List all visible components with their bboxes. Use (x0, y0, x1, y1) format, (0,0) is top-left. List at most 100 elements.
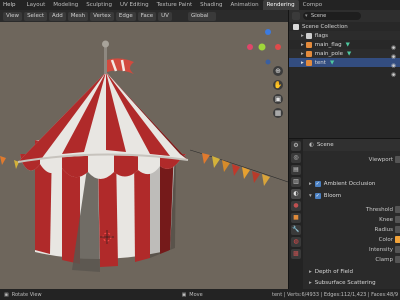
panel-label: Subsurface Scattering (314, 280, 376, 286)
top-menu-bar: Help Layout Modeling Sculpting UV Editin… (0, 0, 400, 10)
scene-selector[interactable]: ▾ Scene (303, 12, 361, 20)
expand-arrow-icon[interactable]: ▸ (301, 33, 304, 39)
tab-modeling[interactable]: Modeling (49, 0, 82, 10)
tab-compositing[interactable]: Compo (299, 0, 326, 10)
output-tab-icon[interactable]: ▤ (291, 165, 301, 175)
scene-tab-icon[interactable]: ◐ (291, 189, 301, 199)
gizmo-neg-x-axis (275, 44, 281, 50)
field-label: Knee (379, 216, 393, 223)
uv-menu[interactable]: UV (158, 11, 172, 21)
select-menu[interactable]: Select (24, 11, 48, 21)
tab-animation[interactable]: Animation (227, 0, 263, 10)
expand-arrow-icon[interactable]: ▸ (309, 269, 312, 275)
edge-menu[interactable]: Edge (115, 11, 136, 21)
world-tab-icon[interactable]: ● (291, 201, 301, 211)
mesh-menu[interactable]: Mesh (67, 11, 89, 21)
expand-arrow-icon[interactable]: ▸ (301, 60, 304, 66)
material-tab-icon[interactable]: ◍ (291, 237, 301, 247)
tool-tab-icon[interactable]: ⚙ (291, 141, 301, 151)
zoom-icon[interactable]: ⊕ (273, 66, 283, 76)
expand-arrow-icon[interactable]: ▸ (301, 51, 304, 57)
tab-uv-editing[interactable]: UV Editing (116, 0, 153, 10)
viewport-row: Viewport (303, 155, 400, 164)
view-menu[interactable]: View (3, 11, 23, 21)
bloom-checkbox[interactable]: ✓ (314, 193, 321, 199)
help-menu[interactable]: Help (0, 0, 19, 10)
bloom-panel[interactable]: ▾ ✓ Bloom (309, 193, 341, 199)
field-label: Threshold (365, 206, 393, 213)
expand-arrow-icon[interactable]: ▸ (309, 280, 312, 286)
vertex-menu[interactable]: Vertex (90, 11, 114, 21)
modifier-icon: ▼ (329, 59, 335, 66)
tab-sculpting[interactable]: Sculpting (82, 0, 116, 10)
outliner-item-main-flag[interactable]: ▸ main_flag ▼ (289, 40, 400, 49)
modifier-icon: ▼ (345, 41, 350, 48)
scene-statistics: tent | Verts:6/4933 | Edges:112/1,423 | … (272, 291, 398, 298)
chevron-down-icon[interactable]: ▾ (309, 193, 312, 199)
pan-hand-icon[interactable]: ✋ (273, 80, 283, 90)
modifier-tab-icon[interactable]: 🔧 (291, 225, 301, 235)
properties-panel: ⚙ ◎ ▤ ▥ ◐ ● ■ 🔧 ◍ ▩ ◐ Scene Viewport ▸ ✓… (288, 138, 400, 290)
bunting-right (189, 149, 288, 186)
threshold-field[interactable] (395, 206, 400, 213)
viewport-field[interactable] (395, 156, 400, 163)
tab-texture-paint[interactable]: Texture Paint (153, 0, 197, 10)
eye-icon[interactable]: ◉ (391, 71, 396, 80)
eye-icon[interactable]: ◉ (391, 53, 396, 62)
texture-tab-icon[interactable]: ▩ (291, 249, 301, 259)
gizmo-x-axis (247, 44, 253, 50)
clamp-row: Clamp (303, 255, 400, 264)
tab-shading[interactable]: Shading (196, 0, 226, 10)
workspace-tabs: Layout Modeling Sculpting UV Editing Tex… (23, 0, 327, 10)
status-bar: ▣ Rotate View ▣ Move tent | Verts:6/4933… (0, 289, 400, 300)
properties-scene-label: Scene (316, 142, 334, 148)
item-label: flags (314, 32, 328, 39)
depth-of-field-panel[interactable]: ▸ Depth of Field (309, 269, 353, 275)
scene-name: Scene (311, 13, 327, 19)
tab-layout[interactable]: Layout (23, 0, 50, 10)
subsurface-scattering-panel[interactable]: ▸ Subsurface Scattering (309, 280, 376, 286)
3d-viewport[interactable]: ⊕ ✋ ▣ ▦ (0, 22, 288, 289)
face-menu[interactable]: Face (137, 11, 157, 21)
view-layer-tab-icon[interactable]: ▥ (291, 177, 301, 187)
gizmo-neg-z-axis (265, 59, 271, 65)
visibility-column: ◉ ◉ ◉ ◉ (391, 44, 396, 80)
perspective-grid-icon[interactable]: ▦ (273, 108, 283, 118)
color-swatch[interactable] (395, 236, 400, 243)
clamp-field[interactable] (395, 256, 400, 263)
panel-label: Depth of Field (314, 269, 354, 275)
viewport-label: Viewport (368, 156, 393, 163)
properties-content: ◐ Scene Viewport ▸ ✓ Ambient Occlusion ▾… (303, 139, 400, 290)
scene-icon: ▾ (305, 13, 308, 19)
outliner-item-flags[interactable]: ▸ flags (289, 31, 400, 40)
collection-icon (293, 23, 299, 30)
viewport-scene (0, 29, 288, 272)
bunting-left (0, 156, 19, 169)
transform-orientation-dropdown[interactable]: Global (187, 11, 217, 21)
tab-rendering[interactable]: Rendering (262, 0, 299, 10)
expand-arrow-icon[interactable]: ▸ (309, 181, 312, 187)
knee-field[interactable] (395, 216, 400, 223)
intensity-row: Intensity (303, 245, 400, 254)
object-tab-icon[interactable]: ■ (291, 213, 301, 223)
radius-field[interactable] (395, 226, 400, 233)
eye-icon[interactable]: ◉ (391, 62, 396, 71)
expand-arrow-icon[interactable]: ▸ (301, 42, 304, 48)
ambient-occlusion-checkbox[interactable]: ✓ (314, 181, 321, 187)
outliner-item-main-pole[interactable]: ▸ main_pole ▼ (289, 49, 400, 58)
display-mode-icon[interactable] (292, 12, 300, 20)
intensity-field[interactable] (395, 246, 400, 253)
render-tab-icon[interactable]: ◎ (291, 153, 301, 163)
outliner-item-tent[interactable]: ▸ tent ▼ (289, 58, 400, 67)
mesh-icon (305, 50, 312, 57)
eye-icon[interactable]: ◉ (391, 44, 396, 53)
ambient-occlusion-panel[interactable]: ▸ ✓ Ambient Occlusion (309, 181, 375, 187)
scene-collection-row[interactable]: Scene Collection (289, 22, 400, 31)
camera-view-icon[interactable]: ▣ (273, 94, 283, 104)
mesh-icon (305, 41, 312, 48)
radius-row: Radius (303, 225, 400, 234)
navigation-gizmo[interactable] (247, 29, 281, 65)
knee-row: Knee (303, 215, 400, 224)
status-left-action: Rotate View (11, 291, 42, 298)
add-menu[interactable]: Add (49, 11, 66, 21)
